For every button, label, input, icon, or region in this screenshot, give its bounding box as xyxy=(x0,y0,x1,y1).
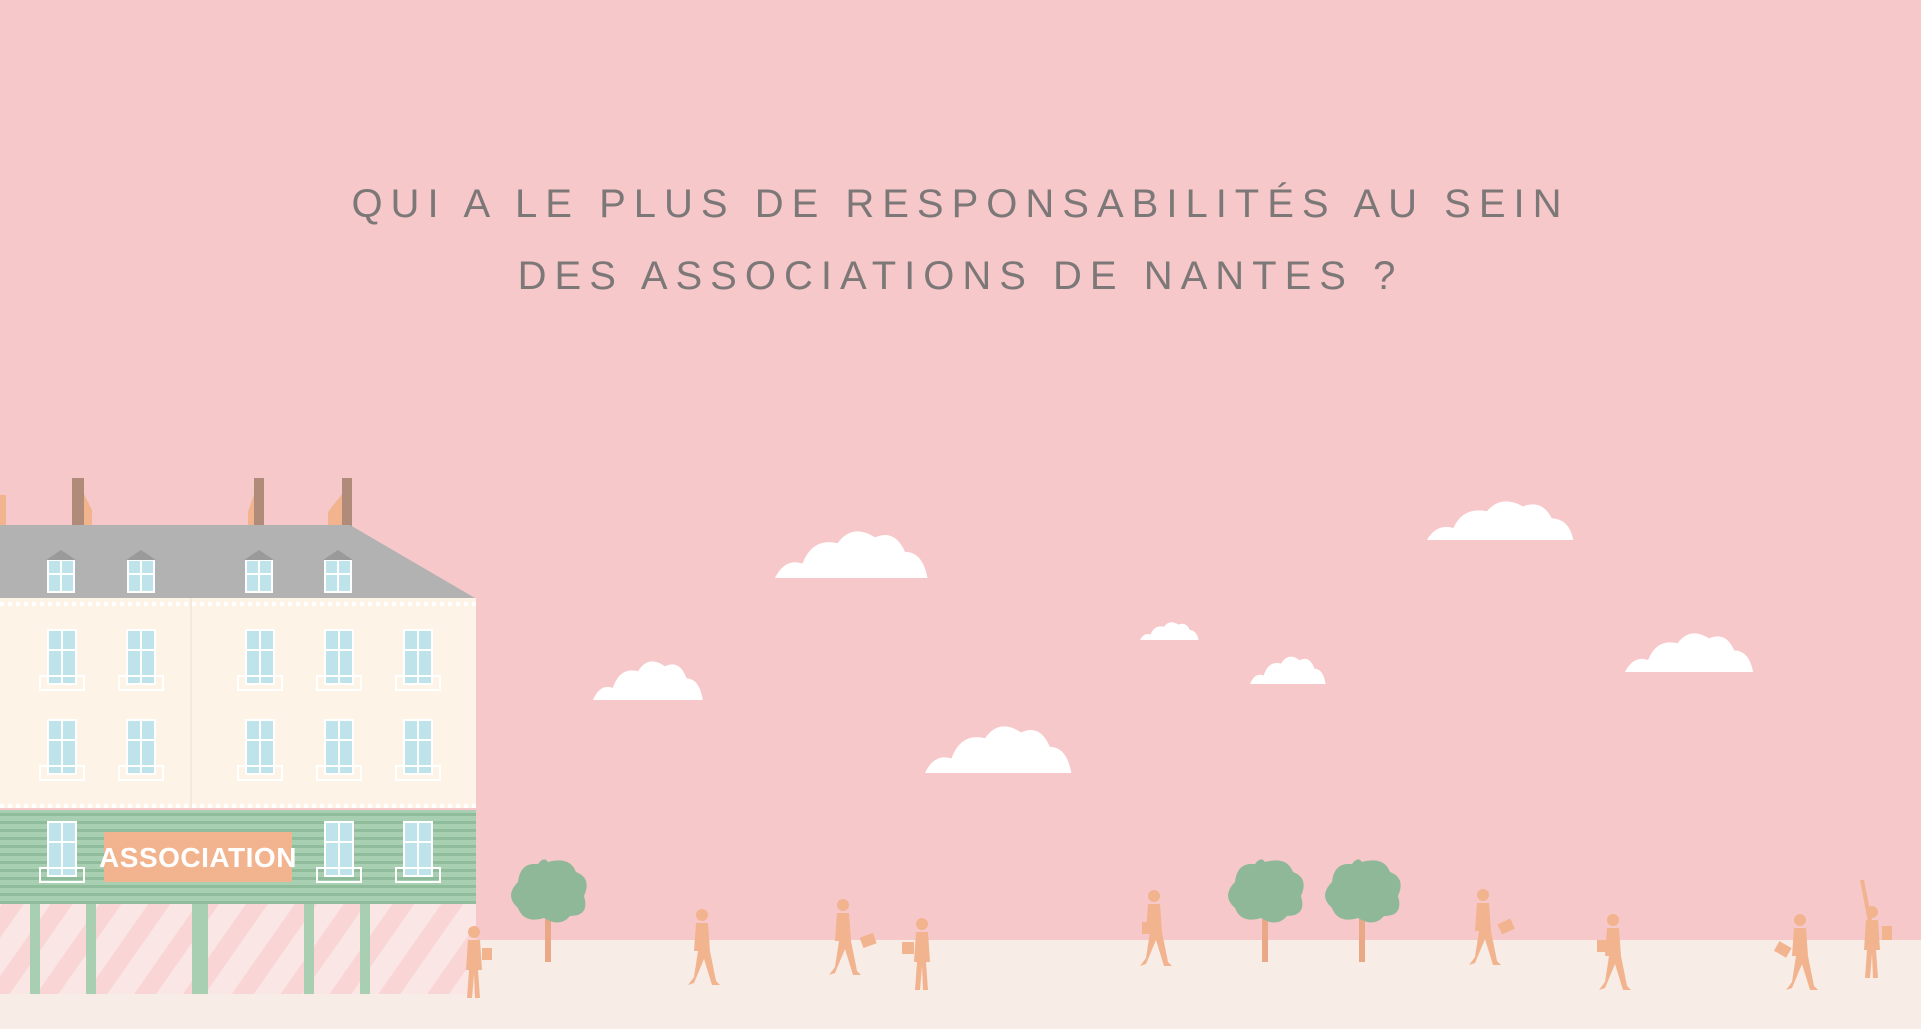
pedestrians xyxy=(466,880,1892,998)
person-6 xyxy=(1469,889,1515,965)
tree-1 xyxy=(511,859,587,962)
tree-3 xyxy=(1325,859,1401,962)
cloud-4 xyxy=(925,726,1072,773)
person-4 xyxy=(902,918,930,990)
person-2 xyxy=(688,909,720,985)
building: ASSOCIATION xyxy=(0,478,476,994)
scene-drawing: ASSOCIATION xyxy=(0,478,1892,998)
illustration-scene: QUI A LE PLUS DE RESPONSABILITÉS AU SEIN… xyxy=(0,0,1921,1029)
cloud-3 xyxy=(593,661,703,700)
ground-floor xyxy=(0,904,476,994)
cloud-7 xyxy=(1625,633,1754,672)
person-5 xyxy=(1140,890,1172,966)
person-7 xyxy=(1597,914,1631,990)
cloud-1 xyxy=(775,531,928,578)
person-8 xyxy=(1773,914,1818,990)
cloud-2 xyxy=(1427,501,1574,540)
trees xyxy=(511,859,1401,962)
person-3 xyxy=(829,899,877,975)
cloud-6 xyxy=(1250,656,1326,684)
tree-2 xyxy=(1228,859,1304,962)
cloud-5 xyxy=(1140,622,1199,640)
person-9 xyxy=(1860,880,1892,978)
clouds xyxy=(593,501,1754,773)
association-sign-text: ASSOCIATION xyxy=(99,842,297,873)
